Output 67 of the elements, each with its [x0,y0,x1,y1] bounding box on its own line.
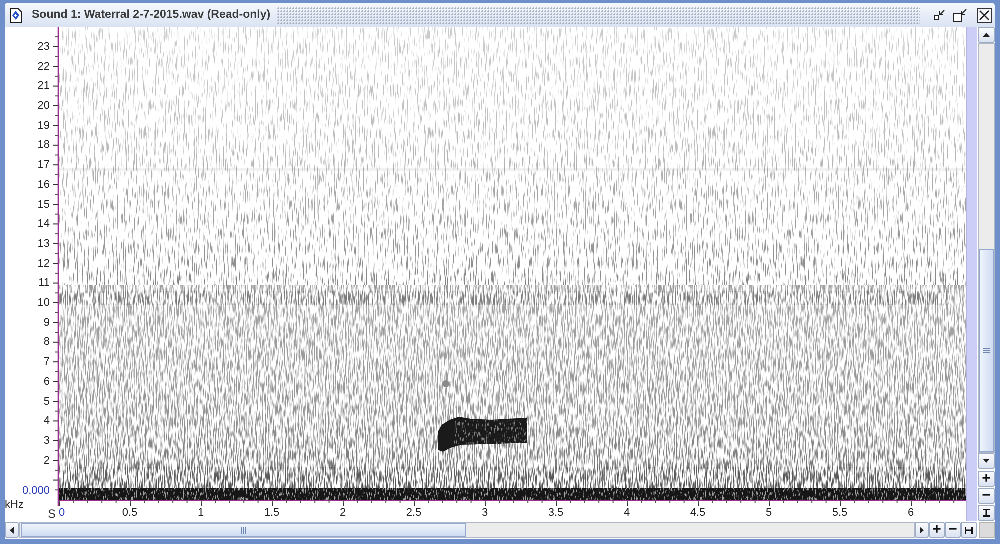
y-axis-label: 5 [44,396,50,408]
y-axis-label: 18 [38,139,50,152]
scroll-right-button[interactable] [915,522,929,538]
close-icon [977,8,992,22]
x-axis-label: 4.5 [690,507,706,519]
zoom-out-button[interactable]: − [945,522,961,538]
zoom-in-button[interactable]: + [978,471,995,487]
x-axis-label: 3 [482,507,488,519]
zoom-out-button[interactable]: − [978,488,995,504]
h-beam-icon [965,526,973,534]
x-axis-label: 4 [624,507,630,519]
x-axis-label: 3.5 [548,507,564,519]
y-axis-label: 23 [38,40,50,53]
y-axis-label: 11 [38,277,50,290]
zoom-fit-button[interactable] [978,505,995,521]
x-axis-label: 1 [198,507,204,519]
x-axis-label: 2 [340,507,346,519]
x-axis-label: 5 [766,507,772,519]
scroll-left-button[interactable] [5,522,19,538]
scrollbar-corner [979,522,995,538]
zoom-in-button[interactable]: + [929,522,945,538]
scrollbar-thumb[interactable] [979,249,994,452]
y-axis-label: 21 [38,80,50,92]
zoom-fit-button[interactable] [961,522,977,538]
y-axis-label: 6 [44,376,50,388]
restore-button[interactable] [953,8,967,22]
scroll-down-button[interactable] [978,453,995,469]
grip-icon [983,348,990,353]
restore-icon [953,8,967,22]
y-axis-label: 20 [38,100,50,112]
y-axis-label: 10 [38,297,50,309]
y-axis-label: 8 [44,336,50,348]
x-axis-origin-label: 0 [59,507,66,519]
grip-icon [241,526,246,534]
left-arrow-icon [10,526,14,534]
y-axis-origin-label: 0,000 [22,485,50,497]
y-axis-label: 9 [44,316,50,329]
y-axis-label: 13 [38,238,50,250]
minimize-icon [934,10,945,20]
window-title: Sound 1: Waterral 2-7-2015.wav (Read-only) [32,9,271,21]
y-axis-label: 2 [44,454,50,467]
close-button[interactable] [977,8,992,22]
x-axis-unit: S [48,508,56,520]
y-axis-label: 19 [38,120,50,132]
scroll-up-button[interactable] [978,27,995,43]
x-axis-label: 1.5 [264,507,280,519]
y-axis-label: 17 [38,159,50,172]
up-arrow-icon [983,33,990,37]
minimize-button[interactable] [934,10,945,20]
x-axis-label: 5.5 [832,507,848,519]
down-arrow-icon [983,459,990,463]
y-axis-label: 22 [38,60,50,73]
document-icon [10,8,22,22]
x-axis-label: 6 [908,507,914,519]
y-axis-label: 4 [44,415,50,428]
y-axis-label: 16 [38,178,50,191]
y-axis-label: 15 [38,198,50,210]
x-axis-label: 0.5 [122,507,138,519]
x-axis-label: 2.5 [406,507,422,519]
y-axis-label: 3 [44,434,50,447]
right-arrow-icon [920,526,924,534]
y-axis-label: 12 [38,258,50,270]
scrollbar-thumb[interactable] [21,523,466,537]
y-axis-label: 14 [38,218,50,230]
y-axis-label: 7 [44,356,50,368]
i-beam-icon [983,509,990,517]
y-axis-unit: kHz [5,499,24,511]
